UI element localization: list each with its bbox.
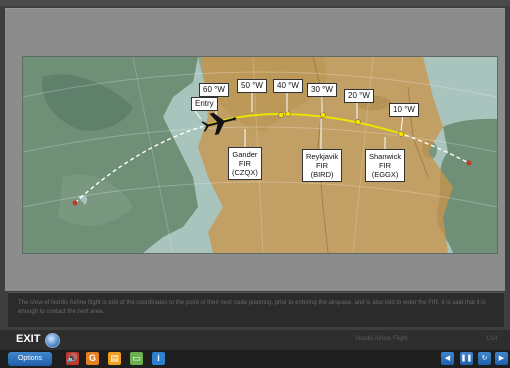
- longitude-50w-label: 50 °W: [237, 79, 267, 93]
- exit-bar: [0, 330, 510, 350]
- longitude-40w-label: 40 °W: [273, 79, 303, 93]
- fir-name: Shanwick: [369, 152, 402, 161]
- info-icon[interactable]: i: [152, 352, 165, 365]
- window-top-frame: [0, 0, 510, 6]
- north-atlantic-map: Entry 60 °W 50 °W 40 °W 30 °W 20 °W 10 °…: [22, 56, 498, 254]
- chat-icon[interactable]: ▭: [130, 352, 143, 365]
- audio-icon[interactable]: 🔊: [66, 352, 79, 365]
- replay-button[interactable]: ↻: [478, 352, 491, 365]
- fir-shanwick-label: Shanwick FIR (EGGX): [365, 149, 406, 182]
- longitude-20w-label: 20 °W: [344, 89, 374, 103]
- fir-code: (BIRD): [310, 170, 334, 179]
- longitude-60w-label: 60 °W: [199, 83, 229, 97]
- fir-reykjavik-label: Reykjavik FIR (BIRD): [302, 149, 343, 182]
- options-button[interactable]: Options: [8, 352, 52, 366]
- entry-label: Entry: [191, 97, 218, 111]
- back-button[interactable]: ◀: [441, 352, 454, 365]
- fir-type: FIR: [316, 161, 329, 170]
- longitude-30w-label: 30 °W: [307, 83, 337, 97]
- notes-icon[interactable]: ▤: [108, 352, 121, 365]
- fir-name: Gander: [232, 150, 258, 159]
- pause-button[interactable]: ❚❚: [460, 352, 473, 365]
- caption-panel: The crew of Nordic Airline flight is tol…: [8, 292, 504, 327]
- module-title: Nordic Airline Flight: [356, 336, 408, 342]
- globe-icon[interactable]: [45, 333, 60, 348]
- glossary-icon[interactable]: G: [86, 352, 99, 365]
- fir-name: Reykjavik: [306, 152, 339, 161]
- fir-type: FIR: [238, 159, 251, 168]
- fir-type: FIR: [379, 161, 392, 170]
- next-button[interactable]: ▶: [495, 352, 508, 365]
- caption-text: The crew of Nordic Airline flight is tol…: [18, 300, 486, 315]
- fir-code: (EGGX): [371, 170, 399, 179]
- fir-gander-label: Gander FIR (CZQX): [228, 147, 262, 180]
- longitude-10w-label: 10 °W: [389, 103, 419, 117]
- exit-button[interactable]: EXIT: [16, 333, 40, 345]
- fir-code: (CZQX): [232, 168, 258, 177]
- page-counter: 1/14: [486, 336, 498, 342]
